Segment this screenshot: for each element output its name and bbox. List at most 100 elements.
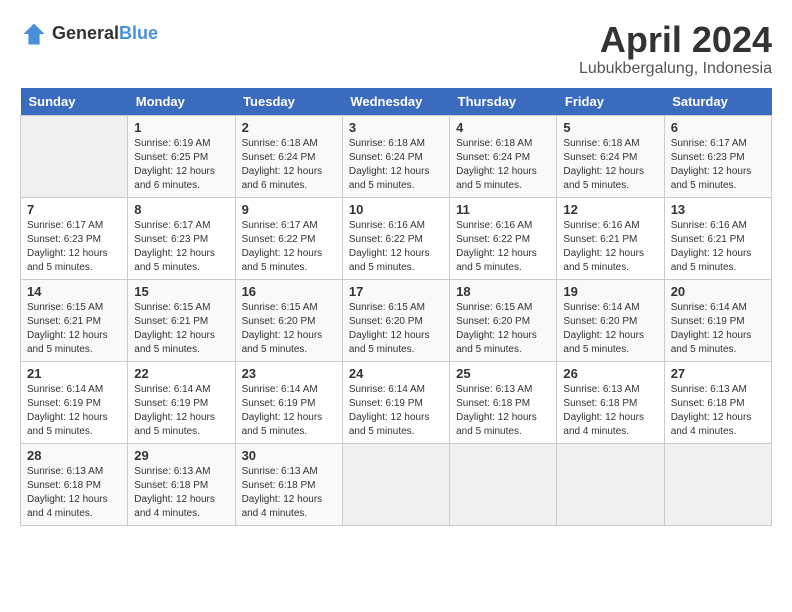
calendar-table: SundayMondayTuesdayWednesdayThursdayFrid… — [20, 88, 772, 526]
day-number: 11 — [456, 202, 550, 217]
calendar-cell: 29Sunrise: 6:13 AM Sunset: 6:18 PM Dayli… — [128, 443, 235, 525]
calendar-cell — [342, 443, 449, 525]
day-info: Sunrise: 6:13 AM Sunset: 6:18 PM Dayligh… — [456, 383, 550, 439]
day-number: 9 — [242, 202, 336, 217]
day-info: Sunrise: 6:16 AM Sunset: 6:21 PM Dayligh… — [671, 219, 765, 275]
day-number: 2 — [242, 120, 336, 135]
day-info: Sunrise: 6:17 AM Sunset: 6:22 PM Dayligh… — [242, 219, 336, 275]
day-number: 4 — [456, 120, 550, 135]
day-info: Sunrise: 6:17 AM Sunset: 6:23 PM Dayligh… — [134, 219, 228, 275]
day-number: 10 — [349, 202, 443, 217]
calendar-cell: 23 Sunrise: 6:14 AM Sunset: 6:19 PM Dayli… — [235, 361, 342, 443]
day-number: 7 — [27, 202, 121, 217]
calendar-cell: 26 Sunrise: 6:13 AM Sunset: 6:18 PM Dayli… — [557, 361, 664, 443]
week-row-4: 21 Sunrise: 6:14 AM Sunset: 6:19 PM Dayli… — [21, 361, 772, 443]
calendar-body: 1 Sunrise: 6:19 AM Sunset: 6:25 PM Daylig… — [21, 115, 772, 525]
day-info: Sunrise: 6:17 AM Sunset: 6:23 PM Dayligh… — [27, 219, 121, 275]
day-info: Sunrise: 6:14 AM Sunset: 6:19 PM Dayligh… — [134, 383, 228, 439]
header-day-friday: Friday — [557, 88, 664, 116]
calendar-cell: 25Sunrise: 6:13 AM Sunset: 6:18 PM Dayli… — [450, 361, 557, 443]
header-day-sunday: Sunday — [21, 88, 128, 116]
day-number: 3 — [349, 120, 443, 135]
day-info: Sunrise: 6:13 AM Sunset: 6:18 PM Dayligh… — [563, 383, 657, 439]
day-number: 6 — [671, 120, 765, 135]
header-day-thursday: Thursday — [450, 88, 557, 116]
calendar-cell: 2 Sunrise: 6:18 AM Sunset: 6:24 PM Daylig… — [235, 115, 342, 197]
day-number: 13 — [671, 202, 765, 217]
day-number: 16 — [242, 284, 336, 299]
day-number: 30 — [242, 448, 336, 463]
calendar-cell: 7 Sunrise: 6:17 AM Sunset: 6:23 PM Daylig… — [21, 197, 128, 279]
week-row-3: 14 Sunrise: 6:15 AM Sunset: 6:21 PM Dayli… — [21, 279, 772, 361]
day-number: 14 — [27, 284, 121, 299]
calendar-cell: 4 Sunrise: 6:18 AM Sunset: 6:24 PM Daylig… — [450, 115, 557, 197]
calendar-cell: 13 Sunrise: 6:16 AM Sunset: 6:21 PM Dayli… — [664, 197, 771, 279]
calendar-cell: 19 Sunrise: 6:14 AM Sunset: 6:20 PM Dayli… — [557, 279, 664, 361]
calendar-cell: 18Sunrise: 6:15 AM Sunset: 6:20 PM Dayli… — [450, 279, 557, 361]
calendar-cell: 21 Sunrise: 6:14 AM Sunset: 6:19 PM Dayli… — [21, 361, 128, 443]
day-info: Sunrise: 6:18 AM Sunset: 6:24 PM Dayligh… — [349, 137, 443, 193]
calendar-cell: 11 Sunrise: 6:16 AM Sunset: 6:22 PM Dayli… — [450, 197, 557, 279]
calendar-cell: 20 Sunrise: 6:14 AM Sunset: 6:19 PM Dayli… — [664, 279, 771, 361]
calendar-cell — [21, 115, 128, 197]
week-row-2: 7 Sunrise: 6:17 AM Sunset: 6:23 PM Daylig… — [21, 197, 772, 279]
day-info: Sunrise: 6:17 AM Sunset: 6:23 PM Dayligh… — [671, 137, 765, 193]
logo-text: GeneralBlue — [52, 24, 158, 44]
day-info: Sunrise: 6:14 AM Sunset: 6:19 PM Dayligh… — [671, 301, 765, 357]
day-number: 22 — [134, 366, 228, 381]
calendar-cell: 24 Sunrise: 6:14 AM Sunset: 6:19 PM Dayli… — [342, 361, 449, 443]
calendar-cell: 3 Sunrise: 6:18 AM Sunset: 6:24 PM Daylig… — [342, 115, 449, 197]
day-info: Sunrise: 6:14 AM Sunset: 6:19 PM Dayligh… — [27, 383, 121, 439]
calendar-cell: 22 Sunrise: 6:14 AM Sunset: 6:19 PM Dayli… — [128, 361, 235, 443]
day-info: Sunrise: 6:16 AM Sunset: 6:22 PM Dayligh… — [456, 219, 550, 275]
logo: GeneralBlue — [20, 20, 158, 48]
calendar-cell: 5Sunrise: 6:18 AM Sunset: 6:24 PM Daylig… — [557, 115, 664, 197]
calendar-cell — [557, 443, 664, 525]
day-info: Sunrise: 6:16 AM Sunset: 6:21 PM Dayligh… — [563, 219, 657, 275]
day-info: Sunrise: 6:18 AM Sunset: 6:24 PM Dayligh… — [456, 137, 550, 193]
week-row-1: 1 Sunrise: 6:19 AM Sunset: 6:25 PM Daylig… — [21, 115, 772, 197]
day-info: Sunrise: 6:19 AM Sunset: 6:25 PM Dayligh… — [134, 137, 228, 193]
day-info: Sunrise: 6:14 AM Sunset: 6:19 PM Dayligh… — [349, 383, 443, 439]
header-day-saturday: Saturday — [664, 88, 771, 116]
day-info: Sunrise: 6:14 AM Sunset: 6:20 PM Dayligh… — [563, 301, 657, 357]
title-block: April 2024 Lubukbergalung, Indonesia — [579, 20, 772, 78]
day-number: 8 — [134, 202, 228, 217]
header-day-tuesday: Tuesday — [235, 88, 342, 116]
day-number: 27 — [671, 366, 765, 381]
calendar-cell: 6 Sunrise: 6:17 AM Sunset: 6:23 PM Daylig… — [664, 115, 771, 197]
day-number: 15 — [134, 284, 228, 299]
calendar-cell: 14Sunrise: 6:15 AM Sunset: 6:21 PM Dayli… — [21, 279, 128, 361]
day-number: 26 — [563, 366, 657, 381]
logo-icon — [20, 20, 48, 48]
day-number: 20 — [671, 284, 765, 299]
day-info: Sunrise: 6:13 AM Sunset: 6:18 PM Dayligh… — [134, 465, 228, 521]
calendar-cell — [664, 443, 771, 525]
day-number: 23 — [242, 366, 336, 381]
calendar-cell: 27 Sunrise: 6:13 AM Sunset: 6:18 PM Dayli… — [664, 361, 771, 443]
day-number: 1 — [134, 120, 228, 135]
day-number: 21 — [27, 366, 121, 381]
day-info: Sunrise: 6:13 AM Sunset: 6:18 PM Dayligh… — [27, 465, 121, 521]
day-number: 19 — [563, 284, 657, 299]
calendar-header-row: SundayMondayTuesdayWednesdayThursdayFrid… — [21, 88, 772, 116]
day-info: Sunrise: 6:18 AM Sunset: 6:24 PM Dayligh… — [242, 137, 336, 193]
calendar-cell: 16 Sunrise: 6:15 AM Sunset: 6:20 PM Dayli… — [235, 279, 342, 361]
day-number: 28 — [27, 448, 121, 463]
day-number: 5 — [563, 120, 657, 135]
header-day-wednesday: Wednesday — [342, 88, 449, 116]
day-info: Sunrise: 6:15 AM Sunset: 6:20 PM Dayligh… — [456, 301, 550, 357]
calendar-cell: 28 Sunrise: 6:13 AM Sunset: 6:18 PM Dayli… — [21, 443, 128, 525]
day-info: Sunrise: 6:15 AM Sunset: 6:21 PM Dayligh… — [134, 301, 228, 357]
calendar-cell: 10Sunrise: 6:16 AM Sunset: 6:22 PM Dayli… — [342, 197, 449, 279]
calendar-cell: 30Sunrise: 6:13 AM Sunset: 6:18 PM Dayli… — [235, 443, 342, 525]
calendar-cell — [450, 443, 557, 525]
day-info: Sunrise: 6:13 AM Sunset: 6:18 PM Dayligh… — [671, 383, 765, 439]
location: Lubukbergalung, Indonesia — [579, 60, 772, 78]
day-number: 12 — [563, 202, 657, 217]
day-info: Sunrise: 6:14 AM Sunset: 6:19 PM Dayligh… — [242, 383, 336, 439]
day-number: 24 — [349, 366, 443, 381]
day-info: Sunrise: 6:15 AM Sunset: 6:20 PM Dayligh… — [242, 301, 336, 357]
calendar-cell: 9 Sunrise: 6:17 AM Sunset: 6:22 PM Daylig… — [235, 197, 342, 279]
calendar-cell: 12 Sunrise: 6:16 AM Sunset: 6:21 PM Dayli… — [557, 197, 664, 279]
